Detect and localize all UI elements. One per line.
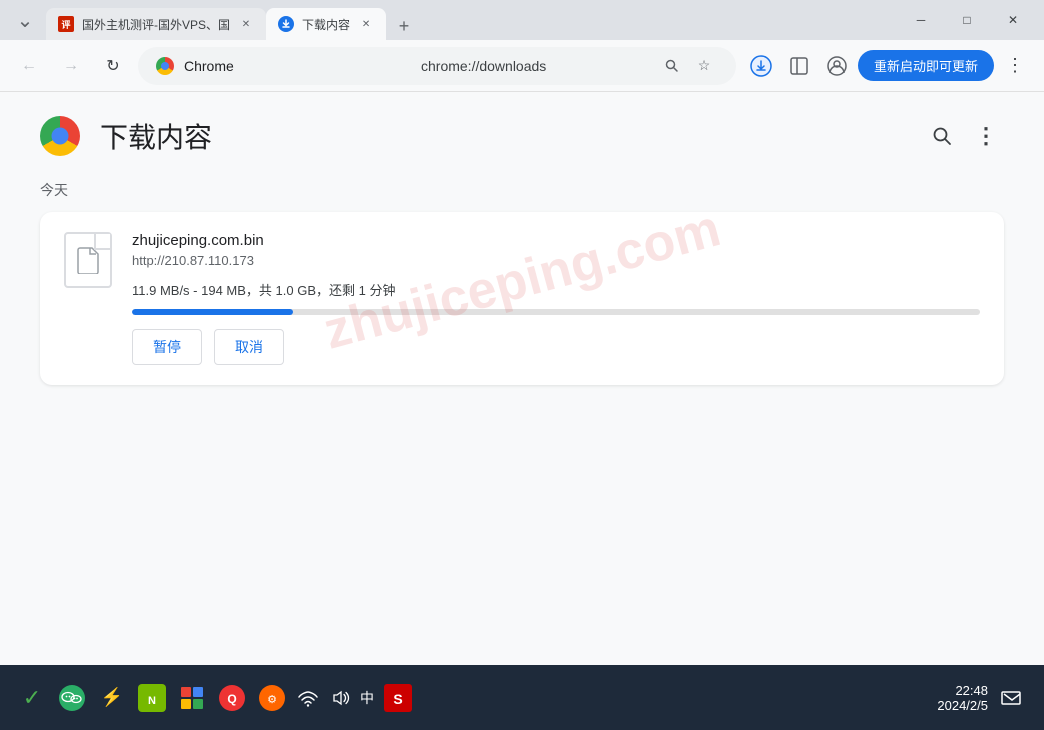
page-header-left: 下载内容 <box>40 116 212 156</box>
download-info: zhujiceping.com.bin http://210.87.110.17… <box>132 232 980 365</box>
cancel-button[interactable]: 取消 <box>214 329 284 365</box>
download-icon-btn[interactable] <box>744 49 778 83</box>
refresh-button[interactable]: ↻ <box>96 49 130 83</box>
download-url: http://210.87.110.173 <box>132 253 980 268</box>
minimize-button[interactable]: ─ <box>898 4 944 36</box>
taskbar-icon-check[interactable]: ✓ <box>16 682 48 714</box>
download-status: 11.9 MB/s - 194 MB，共 1.0 GB，还剩 1 分钟 <box>132 280 980 299</box>
page-content: 下载内容 ⋮ zhujiceping.com 今天 zhujiceping.co… <box>0 92 1044 665</box>
svg-text:⚙: ⚙ <box>267 694 277 706</box>
progress-bar-container <box>132 309 980 315</box>
download-filename: zhujiceping.com.bin <box>132 232 980 249</box>
clock-time: 22:48 <box>955 683 988 698</box>
maximize-button[interactable]: □ <box>944 4 990 36</box>
taskbar-clock[interactable]: 22:48 2024/2/5 <box>937 683 988 713</box>
close-button[interactable]: ✕ <box>990 4 1036 36</box>
tab-strip: 评 国外主机测评-国外VPS、国 ✕ 下载内容 ✕ + <box>46 0 894 40</box>
toolbar: ← → ↻ Chrome chrome://downloads ☆ <box>0 40 1044 92</box>
page-title: 下载内容 <box>100 116 212 156</box>
taskbar-icon-wifi[interactable] <box>296 686 320 710</box>
search-icon-btn[interactable] <box>658 52 686 80</box>
taskbar-icons: ✓ ⚡ N <box>16 682 929 714</box>
window-controls-left: ⌄ <box>8 3 42 37</box>
taskbar: ✓ ⚡ N <box>0 665 1044 730</box>
taskbar-icon-nvidia[interactable]: N <box>136 682 168 714</box>
page-more-button[interactable]: ⋮ <box>968 118 1004 154</box>
taskbar-icon-bluetooth[interactable]: ⚡ <box>96 682 128 714</box>
section-label: 今天 <box>40 180 1004 200</box>
bookmark-icon-btn[interactable]: ☆ <box>690 52 718 80</box>
forward-button[interactable]: → <box>54 49 88 83</box>
window-controls-right: ─ □ ✕ <box>898 4 1036 36</box>
side-panel-icon-btn[interactable] <box>782 49 816 83</box>
page-header-right: ⋮ <box>924 118 1004 154</box>
page-header: 下载内容 ⋮ <box>40 116 1004 156</box>
svg-text:评: 评 <box>61 19 70 30</box>
tab-1-close[interactable]: ✕ <box>238 16 254 32</box>
update-button[interactable]: 重新启动即可更新 <box>858 50 994 81</box>
address-bar[interactable]: Chrome chrome://downloads ☆ <box>138 47 736 85</box>
chrome-menu-btn[interactable]: ⌄ <box>8 3 42 37</box>
download-actions: 暂停 取消 <box>132 329 980 365</box>
tab-2-favicon <box>278 16 294 32</box>
taskbar-icon-volume[interactable] <box>328 686 352 710</box>
svg-text:N: N <box>148 695 156 707</box>
taskbar-icon-sogou[interactable]: S <box>382 682 414 714</box>
taskbar-icon-ime[interactable]: 中 <box>360 688 374 708</box>
pause-button[interactable]: 暂停 <box>132 329 202 365</box>
tab-2[interactable]: 下载内容 ✕ <box>266 8 386 40</box>
title-bar: ⌄ 评 国外主机测评-国外VPS、国 ✕ 下载内容 <box>0 0 1044 40</box>
taskbar-icon-extra[interactable]: ⚙ <box>256 682 288 714</box>
taskbar-icon-wechat[interactable] <box>56 682 88 714</box>
profile-icon-btn[interactable] <box>820 49 854 83</box>
taskbar-notification-icon[interactable] <box>996 682 1028 714</box>
taskbar-icon-colorful[interactable] <box>176 682 208 714</box>
progress-bar-fill <box>132 309 293 315</box>
tab-1-favicon: 评 <box>58 16 74 32</box>
svg-text:Q: Q <box>227 692 236 706</box>
file-icon <box>64 232 112 288</box>
tab-1[interactable]: 评 国外主机测评-国外VPS、国 ✕ <box>46 8 266 40</box>
new-tab-button[interactable]: + <box>390 12 418 40</box>
tab-2-title: 下载内容 <box>302 16 350 33</box>
clock-date: 2024/2/5 <box>937 698 988 713</box>
address-icons: ☆ <box>658 52 718 80</box>
chrome-logo-big <box>40 116 80 156</box>
download-item: zhujiceping.com.bin http://210.87.110.17… <box>40 212 1004 385</box>
more-menu-button[interactable]: ⋮ <box>998 49 1032 83</box>
taskbar-icon-qqgame[interactable]: Q <box>216 682 248 714</box>
toolbar-right: 重新启动即可更新 ⋮ <box>744 49 1032 83</box>
address-url: chrome://downloads <box>421 58 648 74</box>
tab-2-close[interactable]: ✕ <box>358 16 374 32</box>
svg-text:S: S <box>393 691 402 707</box>
tab-1-title: 国外主机测评-国外VPS、国 <box>82 16 230 33</box>
chrome-label: Chrome <box>184 58 411 74</box>
back-button[interactable]: ← <box>12 49 46 83</box>
page-search-button[interactable] <box>924 118 960 154</box>
chrome-logo-small <box>156 57 174 75</box>
